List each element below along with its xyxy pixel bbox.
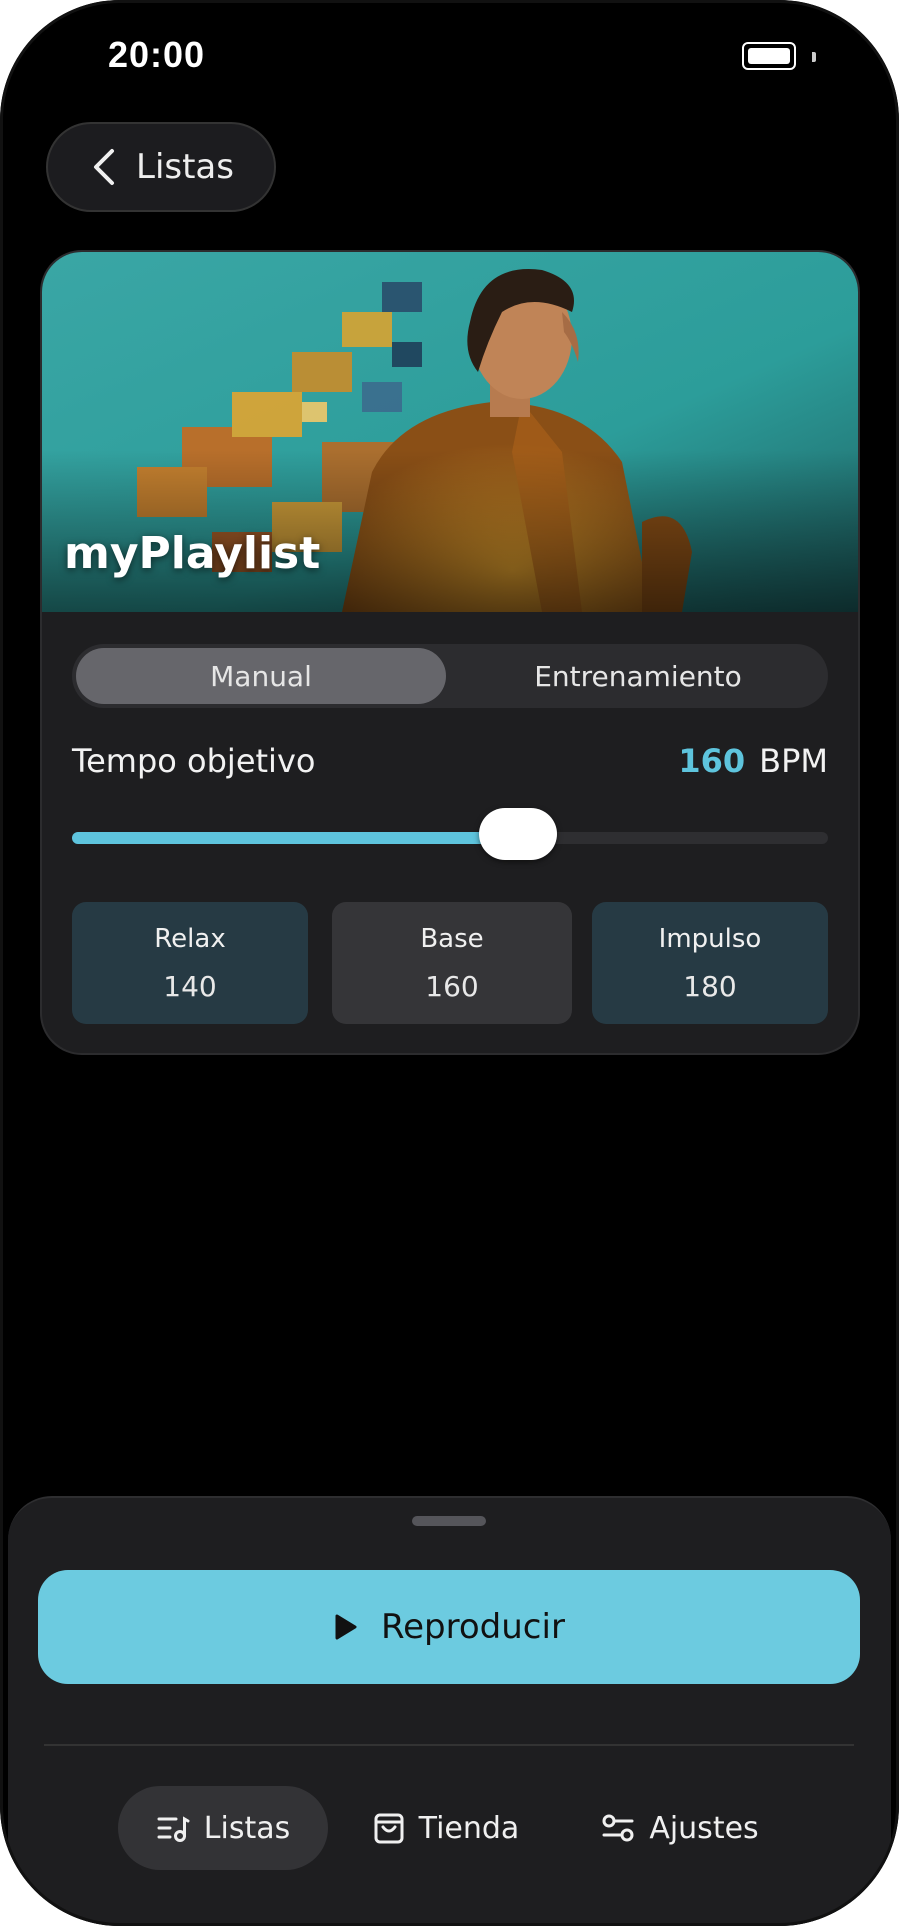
playlist-icon — [157, 1816, 190, 1842]
status-time: 20:00 — [108, 34, 206, 75]
phone-screen: 20:00 Listas myPlaylist Manual Entrenami… — [0, 0, 899, 1926]
nav-label: Listas — [203, 1810, 291, 1846]
slider-fill — [72, 832, 519, 844]
bottom-sheet: Reproducir Listas Tienda Ajustes — [8, 1496, 891, 1926]
preset-name: Impulso — [658, 923, 762, 954]
tempo-unit: BPM — [759, 742, 828, 780]
chevron-left-icon — [94, 149, 114, 185]
sheet-drag-handle[interactable] — [412, 1516, 486, 1526]
mode-selector: Manual Entrenamiento — [72, 644, 828, 708]
sheet-divider — [44, 1744, 854, 1746]
back-button[interactable]: Listas — [46, 122, 276, 212]
preset-name: Base — [420, 923, 484, 954]
tempo-label: Tempo objetivo — [72, 742, 316, 780]
battery-tip — [812, 52, 816, 62]
preset-relax-button[interactable]: Relax 140 — [72, 902, 308, 1024]
playlist-card: myPlaylist Manual Entrenamiento Tempo ob… — [40, 250, 860, 1055]
nav-item-listas[interactable]: Listas — [118, 1786, 328, 1870]
bag-icon — [374, 1813, 404, 1844]
tab-entrenamiento[interactable]: Entrenamiento — [452, 648, 824, 704]
preset-base-button[interactable]: Base 160 — [332, 902, 572, 1024]
preset-value: 180 — [683, 969, 737, 1003]
preset-impulso-button[interactable]: Impulso 180 — [592, 902, 828, 1024]
nav-label: Tienda — [418, 1810, 520, 1846]
playlist-title: myPlaylist — [64, 528, 321, 579]
tempo-slider[interactable] — [72, 808, 828, 860]
preset-value: 160 — [425, 969, 479, 1003]
tempo-value: 160 — [678, 742, 746, 780]
nav-label: Ajustes — [649, 1810, 759, 1846]
play-button-label: Reproducir — [381, 1607, 565, 1647]
preset-name: Relax — [154, 923, 226, 954]
sliders-icon — [602, 1814, 634, 1842]
play-icon — [335, 1614, 357, 1640]
playlist-cover-image: myPlaylist — [42, 252, 858, 612]
nav-item-ajustes[interactable]: Ajustes — [590, 1786, 770, 1870]
back-button-label: Listas — [136, 147, 234, 187]
tab-manual[interactable]: Manual — [76, 648, 446, 704]
slider-thumb[interactable] — [479, 808, 558, 860]
preset-value: 140 — [163, 969, 217, 1003]
nav-item-tienda[interactable]: Tienda — [366, 1786, 526, 1870]
play-button[interactable]: Reproducir — [38, 1570, 860, 1684]
tempo-readout: 160 BPM — [678, 742, 828, 780]
battery-icon — [742, 42, 796, 70]
